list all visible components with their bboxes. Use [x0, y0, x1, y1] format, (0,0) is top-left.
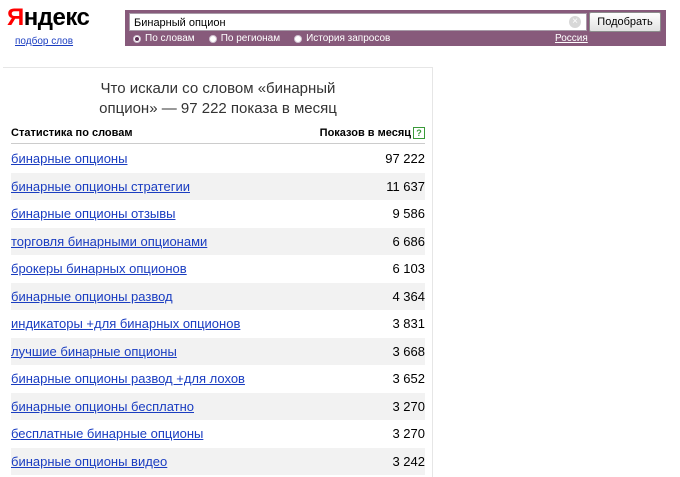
query-link[interactable]: бинарные опционы развод +для лохов: [11, 365, 245, 393]
query-link[interactable]: бинарные опционы развод: [11, 283, 173, 311]
query-link[interactable]: бинарные опционы: [11, 145, 127, 173]
results-title-line2: опцион» — 97 222 показа в месяц: [99, 100, 337, 117]
clear-icon[interactable]: ×: [569, 16, 581, 28]
table-row: торговля бинарными опционами 6 686: [11, 227, 425, 256]
mode-by-words[interactable]: По словам: [133, 33, 195, 44]
results-title: Что искали со словом «бинарный опцион» —…: [3, 79, 433, 119]
radio-icon[interactable]: [294, 34, 303, 43]
query-link[interactable]: бинарные опционы отзывы: [11, 200, 176, 228]
logo-first-letter: Я: [7, 4, 24, 31]
table-row: бинарные опционы отзывы 9 586: [11, 200, 425, 228]
impressions-count: 6 686: [392, 233, 425, 249]
region-link[interactable]: Россия: [555, 33, 588, 44]
column-header-count: Показов в месяц: [319, 127, 411, 139]
column-header-query: Статистика по словам: [11, 127, 133, 139]
mode-label: По словам: [145, 33, 195, 44]
search-mode-options: По словам По регионам История запросов: [133, 33, 390, 44]
query-link[interactable]: лучшие бинарные опционы: [11, 338, 177, 366]
table-row: бинарные опционы развод +для лохов 3 652: [11, 365, 425, 393]
help-icon[interactable]: ?: [413, 127, 425, 139]
impressions-count: 4 364: [392, 288, 425, 304]
table-row: бесплатные бинарные опционы 3 270: [11, 420, 425, 448]
mode-label: История запросов: [306, 33, 391, 44]
impressions-count: 11 637: [386, 178, 425, 194]
table-row: бинарные опционы бесплатно 3 270: [11, 392, 425, 421]
search-panel: × Подобрать По словам По регионам Истори…: [125, 10, 666, 46]
results-table: бинарные опционы 97 222 бинарные опционы…: [11, 145, 425, 475]
impressions-count: 3 652: [392, 371, 425, 386]
results-title-line1: Что искали со словом «бинарный: [100, 80, 336, 97]
search-input[interactable]: [129, 13, 587, 31]
impressions-count: 3 831: [392, 316, 425, 331]
table-row: бинарные опционы развод 4 364: [11, 282, 425, 311]
table-row: индикаторы +для бинарных опционов 3 831: [11, 310, 425, 338]
yandex-logo[interactable]: Яндекс: [7, 3, 90, 33]
query-link[interactable]: брокеры бинарных опционов: [11, 255, 187, 283]
table-row: лучшие бинарные опционы 3 668: [11, 337, 425, 366]
wordstat-link[interactable]: подбор слов: [15, 36, 73, 47]
impressions-count: 9 586: [392, 206, 425, 221]
query-link[interactable]: торговля бинарными опционами: [11, 228, 207, 256]
results-panel: Что искали со словом «бинарный опцион» —…: [3, 67, 433, 477]
table-row: бинарные опционы стратегии 11 637: [11, 172, 425, 201]
mode-label: По регионам: [220, 33, 281, 44]
radio-icon[interactable]: [208, 34, 217, 43]
query-link[interactable]: индикаторы +для бинарных опционов: [11, 310, 240, 338]
impressions-count: 3 270: [392, 426, 425, 441]
logo-rest: ндекс: [23, 4, 90, 31]
impressions-count: 97 222: [385, 151, 425, 166]
impressions-count: 6 103: [392, 261, 425, 276]
mode-by-regions[interactable]: По регионам: [208, 33, 281, 44]
radio-icon[interactable]: [133, 34, 141, 43]
table-row: бинарные опционы 97 222: [11, 145, 425, 173]
table-row: брокеры бинарных опционов 6 103: [11, 255, 425, 283]
impressions-count: 3 668: [392, 343, 425, 359]
query-link[interactable]: бинарные опционы стратегии: [11, 173, 190, 201]
mode-history[interactable]: История запросов: [294, 33, 390, 44]
submit-button[interactable]: Подобрать: [589, 12, 661, 32]
header-divider: [11, 143, 425, 144]
query-link[interactable]: бесплатные бинарные опционы: [11, 420, 203, 448]
impressions-count: 3 270: [392, 398, 425, 414]
query-link[interactable]: бинарные опционы бесплатно: [11, 393, 194, 421]
